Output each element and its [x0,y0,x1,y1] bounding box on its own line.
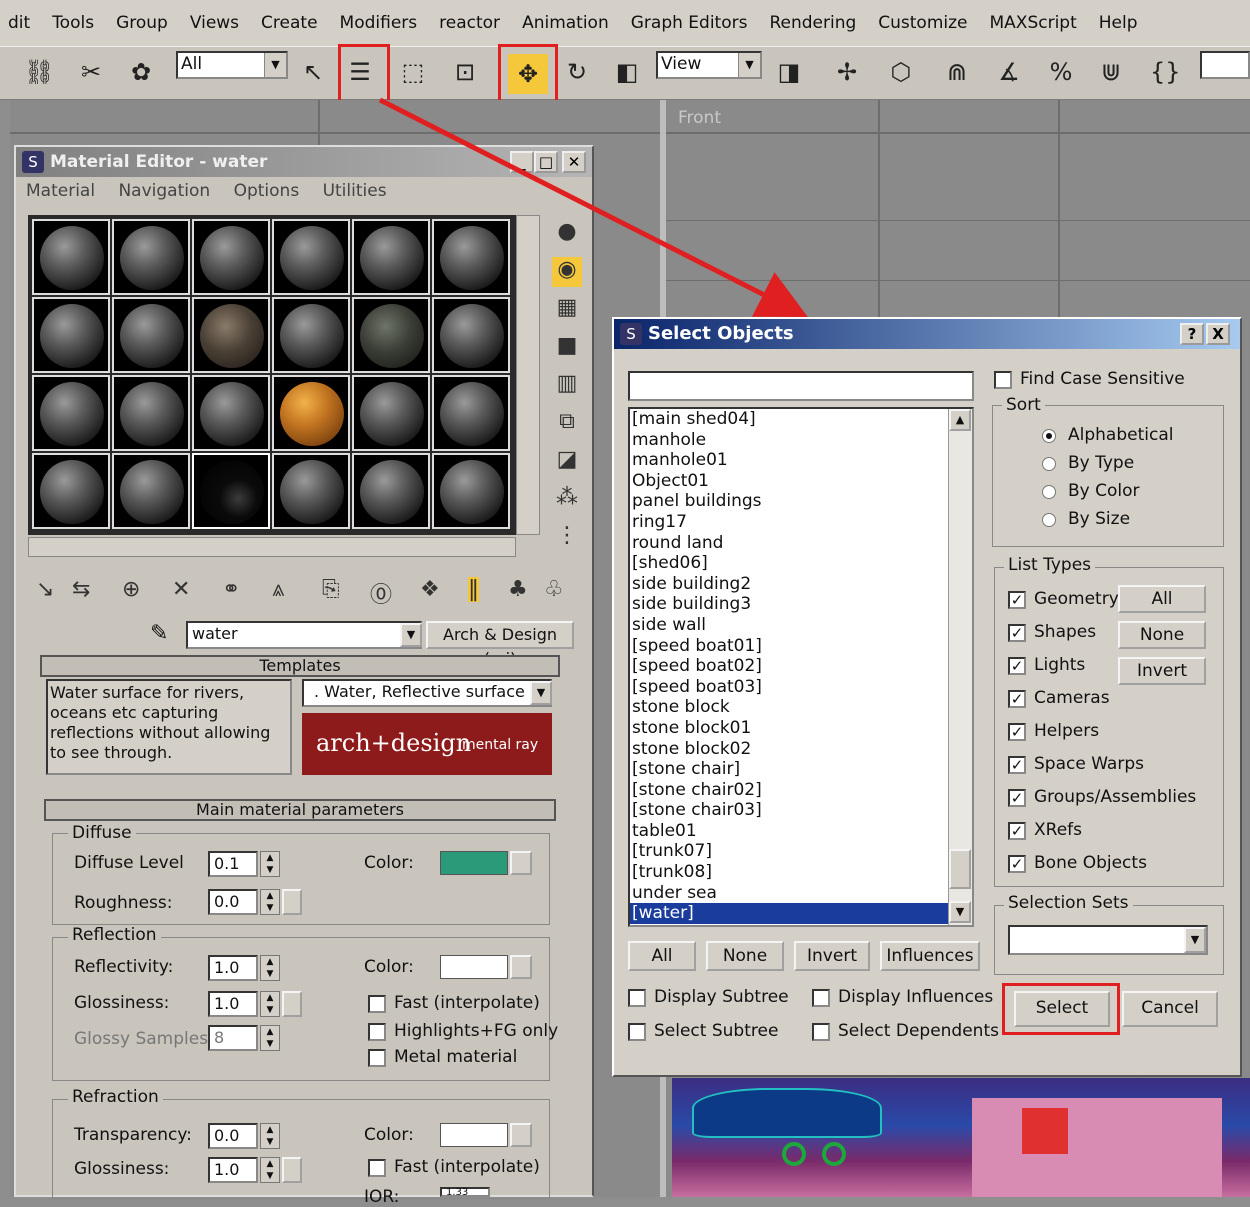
annotation-arrows [378,97,808,318]
arrow-line [378,97,808,318]
